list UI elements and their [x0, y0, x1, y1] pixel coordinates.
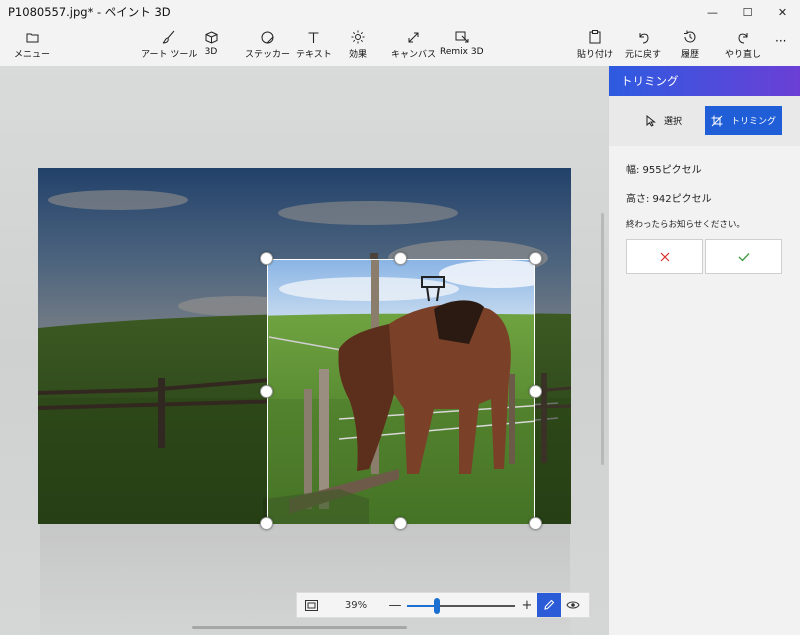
panel-title: トリミング — [609, 66, 800, 96]
sun-icon — [351, 30, 365, 44]
zoom-slider[interactable] — [403, 593, 519, 617]
view-mode-button[interactable] — [561, 593, 585, 617]
crop-handle-top[interactable] — [394, 252, 407, 265]
remix-3d-button[interactable]: Remix 3D — [440, 30, 484, 57]
canvas-image — [38, 168, 571, 524]
maximize-button[interactable]: ☐ — [730, 0, 765, 24]
text-button[interactable]: テキスト — [296, 30, 332, 60]
redo-label: やり直し — [725, 50, 762, 60]
redo-button[interactable]: やり直し — [725, 30, 761, 60]
vertical-scrollbar[interactable] — [601, 213, 604, 465]
crop-selection[interactable] — [267, 259, 535, 524]
zoom-out-button[interactable]: — — [387, 598, 403, 613]
close-icon — [660, 252, 669, 261]
canvas-label: キャンバス — [391, 50, 437, 60]
undo-label: 元に戻す — [625, 50, 662, 60]
crop-mode-tabs: 選択 トリミング — [609, 96, 800, 146]
redo-icon — [736, 30, 750, 44]
crop-handle-top-right[interactable] — [529, 252, 542, 265]
brush-icon — [162, 30, 176, 44]
clipboard-icon — [588, 30, 602, 44]
history-icon — [683, 30, 697, 44]
confirm-crop-button[interactable] — [705, 239, 782, 274]
3d-button[interactable]: 3D — [204, 30, 218, 57]
draw-mode-button[interactable] — [537, 593, 561, 617]
crop-handle-left[interactable] — [260, 385, 273, 398]
fit-to-screen-button[interactable] — [297, 593, 325, 617]
crop-panel: トリミング 選択 トリミング 幅: 955ピクセル 高さ: 942ピクセル 終わ… — [608, 66, 800, 635]
cursor-icon — [646, 114, 656, 127]
crop-handle-top-left[interactable] — [260, 252, 273, 265]
tab-select-label: 選択 — [663, 117, 682, 127]
pencil-icon — [544, 599, 555, 610]
crop-handle-right[interactable] — [529, 385, 542, 398]
crop-height-label: 高さ: 942ピクセル — [626, 194, 712, 205]
zoom-in-button[interactable]: + — [519, 598, 535, 613]
close-button[interactable]: ✕ — [765, 0, 800, 24]
zoom-slider-thumb[interactable] — [434, 598, 441, 614]
stickers-button[interactable]: ステッカー — [245, 30, 290, 60]
zoom-percent[interactable]: 39% — [325, 600, 387, 611]
text-icon — [307, 30, 321, 44]
crop-handle-bottom-right[interactable] — [529, 517, 542, 530]
folder-icon — [25, 30, 39, 44]
stickers-label: ステッカー — [245, 50, 291, 60]
3d-label: 3D — [204, 47, 218, 57]
eye-icon — [566, 601, 580, 609]
canvas-area[interactable] — [0, 66, 608, 635]
remix-icon — [455, 30, 469, 44]
menu-label: メニュー — [14, 50, 51, 60]
text-label: テキスト — [296, 50, 332, 60]
crop-width-label: 幅: 955ピクセル — [626, 165, 702, 176]
art-tools-button[interactable]: アート ツール — [141, 30, 197, 60]
window-title: P1080557.jpg* - ペイント 3D — [8, 5, 171, 19]
paste-button[interactable]: 貼り付け — [577, 30, 613, 60]
history-label: 履歴 — [681, 50, 700, 60]
tab-select[interactable]: 選択 — [625, 106, 703, 135]
crop-hint-text: 終わったらお知らせください。 — [626, 220, 745, 230]
remix-label: Remix 3D — [440, 47, 484, 57]
checkmark-icon — [738, 252, 749, 261]
sticker-icon — [261, 30, 275, 44]
fit-screen-icon — [304, 599, 318, 611]
tab-crop-label: トリミング — [730, 117, 776, 127]
effects-label: 効果 — [349, 50, 368, 60]
menu-button[interactable]: メニュー — [14, 30, 50, 60]
canvas-button[interactable]: キャンバス — [391, 30, 436, 60]
cancel-crop-button[interactable] — [626, 239, 703, 274]
crop-handle-bottom[interactable] — [394, 517, 407, 530]
minimize-button[interactable]: — — [695, 0, 730, 24]
horizontal-scrollbar[interactable] — [192, 626, 407, 629]
zoom-bar: 39% — + — [296, 592, 590, 618]
undo-button[interactable]: 元に戻す — [625, 30, 661, 60]
crop-icon — [711, 115, 723, 126]
more-options-button[interactable]: ··· — [775, 34, 786, 48]
title-bar: P1080557.jpg* - ペイント 3D — ☐ ✕ — [0, 0, 800, 24]
paste-label: 貼り付け — [577, 50, 614, 60]
art-tools-label: アート ツール — [141, 50, 198, 60]
main-toolbar: メニュー アート ツール 3D ステッカー テキスト 効果 キャンバス Remi… — [0, 24, 800, 66]
tab-crop[interactable]: トリミング — [705, 106, 782, 135]
history-button[interactable]: 履歴 — [681, 30, 699, 60]
resize-icon — [407, 30, 421, 44]
crop-handle-bottom-left[interactable] — [260, 517, 273, 530]
horse-photo-crop — [268, 260, 534, 524]
undo-icon — [636, 30, 650, 44]
effects-button[interactable]: 効果 — [349, 30, 367, 60]
cube-icon — [204, 30, 218, 44]
zoom-slider-fill — [407, 605, 438, 607]
